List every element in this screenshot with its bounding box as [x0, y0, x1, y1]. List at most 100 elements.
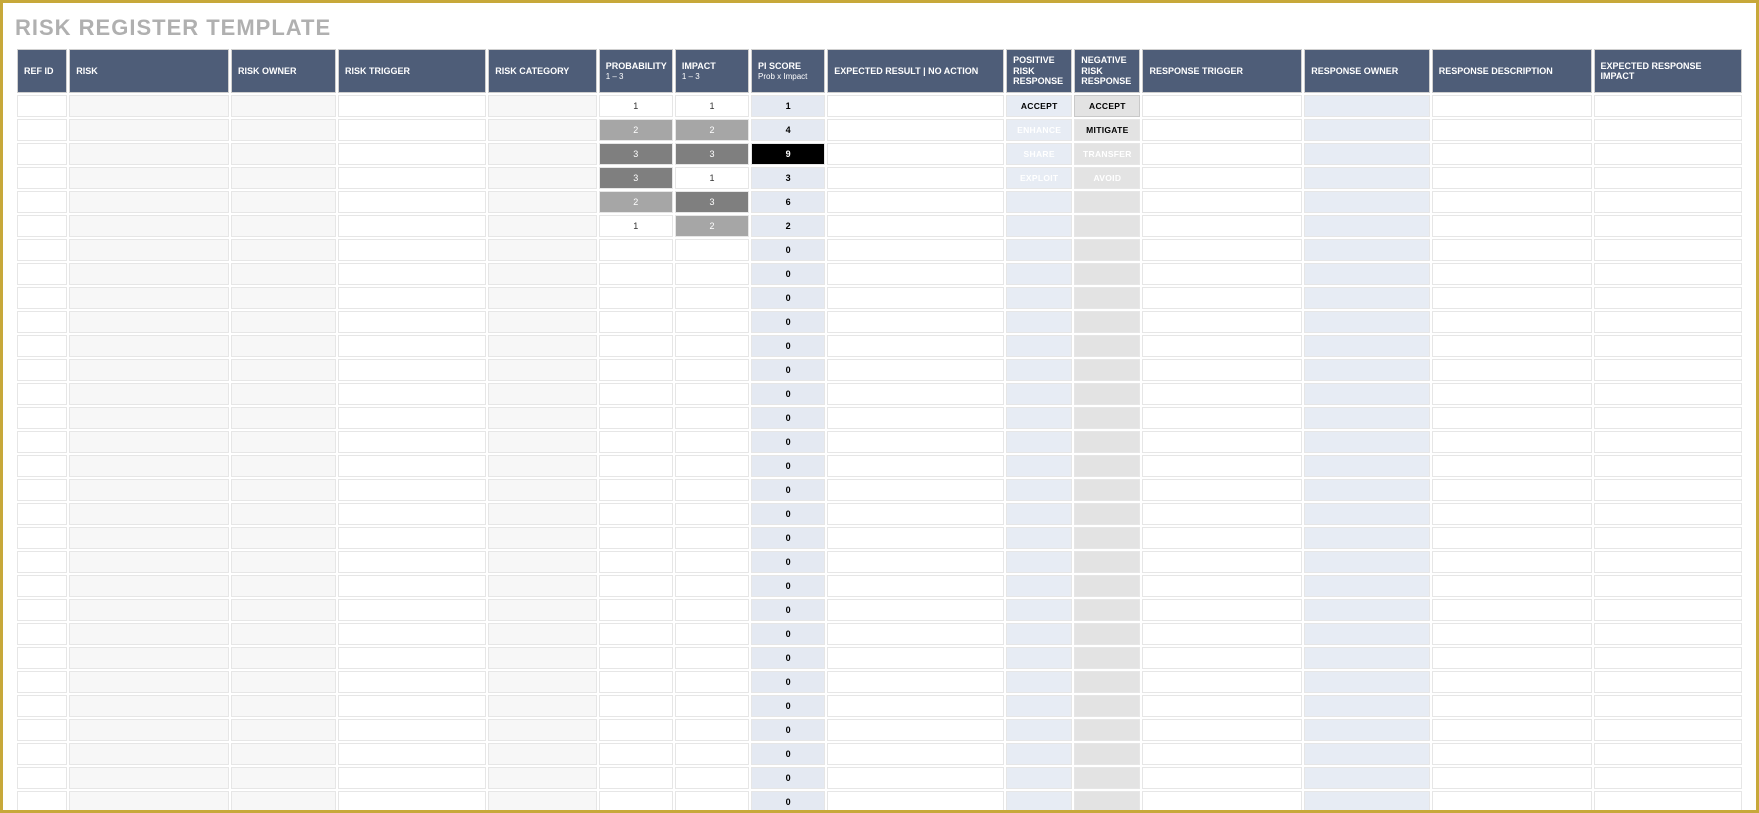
cell-positive-response[interactable]: [1006, 335, 1072, 357]
cell-probability[interactable]: [599, 359, 673, 381]
cell-pi-score[interactable]: 0: [751, 647, 825, 669]
cell-negative-response[interactable]: [1074, 455, 1140, 477]
cell-expected-response-impact[interactable]: [1594, 191, 1742, 213]
cell-ref-id[interactable]: [17, 167, 67, 189]
cell-response-trigger[interactable]: [1142, 287, 1302, 309]
cell-probability[interactable]: [599, 455, 673, 477]
cell-risk-owner[interactable]: [231, 239, 336, 261]
cell-response-trigger[interactable]: [1142, 95, 1302, 117]
cell-response-trigger[interactable]: [1142, 503, 1302, 525]
cell-pi-score[interactable]: 9: [751, 143, 825, 165]
cell-expected-response-impact[interactable]: [1594, 671, 1742, 693]
cell-impact[interactable]: [675, 767, 749, 789]
cell-probability[interactable]: [599, 311, 673, 333]
cell-pi-score[interactable]: 0: [751, 671, 825, 693]
cell-ref-id[interactable]: [17, 383, 67, 405]
cell-risk[interactable]: [69, 287, 229, 309]
cell-impact[interactable]: [675, 671, 749, 693]
cell-expected-result[interactable]: [827, 143, 1004, 165]
cell-expected-result[interactable]: [827, 191, 1004, 213]
col-ref-id[interactable]: REF ID: [17, 49, 67, 93]
cell-probability[interactable]: [599, 239, 673, 261]
cell-impact[interactable]: 2: [675, 119, 749, 141]
cell-impact[interactable]: 3: [675, 143, 749, 165]
cell-ref-id[interactable]: [17, 647, 67, 669]
cell-response-trigger[interactable]: [1142, 311, 1302, 333]
cell-risk-trigger[interactable]: [338, 143, 486, 165]
cell-positive-response[interactable]: [1006, 407, 1072, 429]
cell-response-owner[interactable]: [1304, 455, 1430, 477]
cell-risk-trigger[interactable]: [338, 119, 486, 141]
cell-expected-response-impact[interactable]: [1594, 239, 1742, 261]
cell-ref-id[interactable]: [17, 527, 67, 549]
cell-risk-trigger[interactable]: [338, 167, 486, 189]
cell-positive-response[interactable]: [1006, 191, 1072, 213]
cell-pi-score[interactable]: 0: [751, 767, 825, 789]
cell-pi-score[interactable]: 3: [751, 167, 825, 189]
cell-response-description[interactable]: [1432, 215, 1592, 237]
cell-expected-result[interactable]: [827, 791, 1004, 813]
cell-expected-result[interactable]: [827, 311, 1004, 333]
cell-response-owner[interactable]: [1304, 239, 1430, 261]
cell-impact[interactable]: [675, 239, 749, 261]
cell-ref-id[interactable]: [17, 503, 67, 525]
cell-risk[interactable]: [69, 455, 229, 477]
cell-risk-owner[interactable]: [231, 143, 336, 165]
cell-impact[interactable]: [675, 407, 749, 429]
cell-expected-response-impact[interactable]: [1594, 551, 1742, 573]
cell-expected-response-impact[interactable]: [1594, 287, 1742, 309]
cell-impact[interactable]: [675, 719, 749, 741]
cell-risk-owner[interactable]: [231, 287, 336, 309]
col-risk-trigger[interactable]: RISK TRIGGER: [338, 49, 486, 93]
cell-risk-owner[interactable]: [231, 119, 336, 141]
cell-risk[interactable]: [69, 551, 229, 573]
cell-negative-response[interactable]: [1074, 263, 1140, 285]
cell-ref-id[interactable]: [17, 551, 67, 573]
cell-risk[interactable]: [69, 695, 229, 717]
cell-positive-response[interactable]: [1006, 287, 1072, 309]
cell-risk-owner[interactable]: [231, 95, 336, 117]
cell-expected-response-impact[interactable]: [1594, 335, 1742, 357]
cell-risk-owner[interactable]: [231, 335, 336, 357]
cell-response-owner[interactable]: [1304, 119, 1430, 141]
cell-expected-result[interactable]: [827, 287, 1004, 309]
cell-response-description[interactable]: [1432, 287, 1592, 309]
cell-response-description[interactable]: [1432, 143, 1592, 165]
cell-probability[interactable]: [599, 671, 673, 693]
col-risk[interactable]: RISK: [69, 49, 229, 93]
cell-pi-score[interactable]: 0: [751, 287, 825, 309]
cell-risk-category[interactable]: [488, 383, 596, 405]
cell-impact[interactable]: [675, 599, 749, 621]
cell-negative-response[interactable]: TRANSFER: [1074, 143, 1140, 165]
cell-positive-response[interactable]: EXPLOIT: [1006, 167, 1072, 189]
cell-ref-id[interactable]: [17, 239, 67, 261]
cell-pi-score[interactable]: 0: [751, 527, 825, 549]
cell-risk-owner[interactable]: [231, 695, 336, 717]
cell-risk-category[interactable]: [488, 215, 596, 237]
cell-pi-score[interactable]: 0: [751, 551, 825, 573]
cell-risk-owner[interactable]: [231, 431, 336, 453]
cell-risk-trigger[interactable]: [338, 239, 486, 261]
cell-expected-response-impact[interactable]: [1594, 263, 1742, 285]
cell-ref-id[interactable]: [17, 359, 67, 381]
cell-risk-category[interactable]: [488, 767, 596, 789]
cell-risk-owner[interactable]: [231, 263, 336, 285]
cell-pi-score[interactable]: 0: [751, 623, 825, 645]
cell-risk[interactable]: [69, 527, 229, 549]
cell-risk-category[interactable]: [488, 743, 596, 765]
cell-risk-trigger[interactable]: [338, 311, 486, 333]
cell-risk[interactable]: [69, 503, 229, 525]
cell-risk-category[interactable]: [488, 479, 596, 501]
cell-pi-score[interactable]: 2: [751, 215, 825, 237]
cell-response-description[interactable]: [1432, 407, 1592, 429]
cell-ref-id[interactable]: [17, 431, 67, 453]
cell-negative-response[interactable]: [1074, 431, 1140, 453]
cell-pi-score[interactable]: 0: [751, 263, 825, 285]
cell-response-trigger[interactable]: [1142, 719, 1302, 741]
cell-negative-response[interactable]: [1074, 647, 1140, 669]
cell-probability[interactable]: 1: [599, 215, 673, 237]
col-pi-score[interactable]: PI SCOREProb x Impact: [751, 49, 825, 93]
cell-risk-trigger[interactable]: [338, 479, 486, 501]
cell-negative-response[interactable]: [1074, 767, 1140, 789]
cell-ref-id[interactable]: [17, 695, 67, 717]
